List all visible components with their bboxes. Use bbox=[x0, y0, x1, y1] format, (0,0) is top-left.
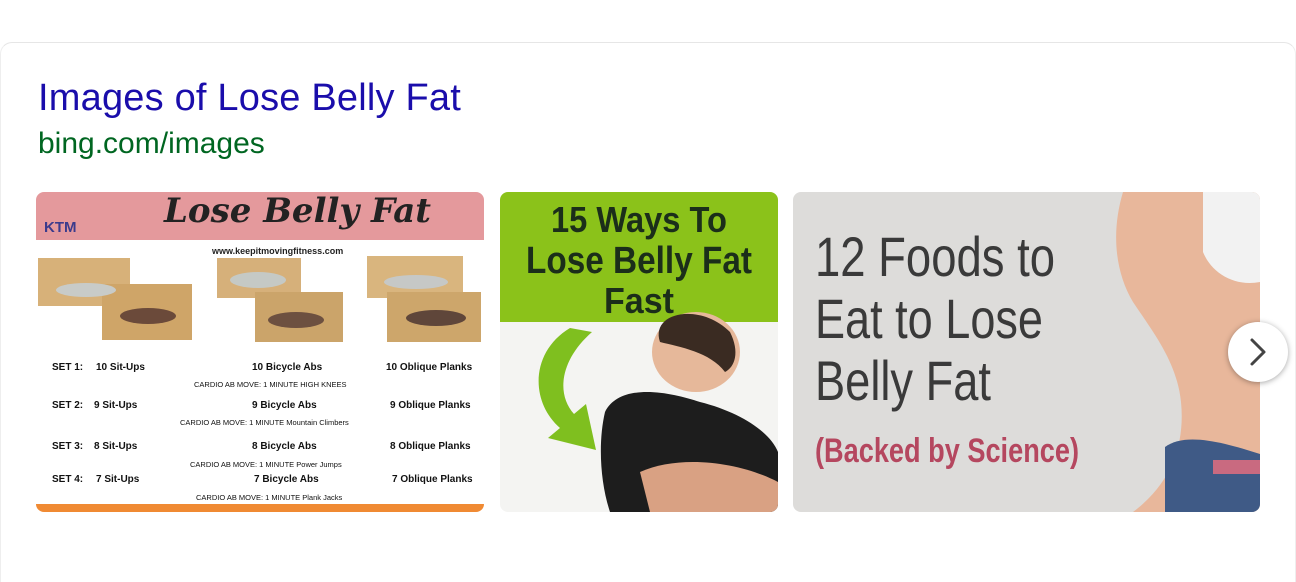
set-2-b: 9 Bicycle Abs bbox=[252, 400, 317, 411]
set-3-label: SET 3: bbox=[52, 441, 83, 452]
line-belly-fat: Belly Fat bbox=[815, 349, 991, 412]
set-4-a: 7 Sit-Ups bbox=[96, 474, 140, 485]
set-3-c: 8 Oblique Planks bbox=[390, 441, 471, 452]
result-source-url: bing.com/images bbox=[38, 127, 265, 160]
set-1-b: 10 Bicycle Abs bbox=[252, 362, 323, 373]
set-1-cardio: CARDIO AB MOVE: 1 MINUTE HIGH KNEES bbox=[194, 380, 347, 389]
line-12-foods: 12 Foods to bbox=[815, 225, 1055, 288]
line-eat-to-lose: Eat to Lose bbox=[815, 287, 1043, 350]
image-carousel: KTM Lose Belly Fat www.keepitmovingfitne… bbox=[36, 192, 1260, 512]
image-thumbnail-15-ways[interactable]: 15 Ways To Lose Belly Fat Fast bbox=[500, 192, 778, 512]
set-4-c: 7 Oblique Planks bbox=[392, 474, 473, 485]
line-fast: Fast bbox=[604, 280, 674, 321]
result-title-link[interactable]: Images of Lose Belly Fat bbox=[38, 76, 461, 120]
set-3-a: 8 Sit-Ups bbox=[94, 441, 138, 452]
image-thumbnail-12-foods[interactable]: 12 Foods to Eat to Lose Belly Fat (Backe… bbox=[793, 192, 1260, 512]
set-1-a: 10 Sit-Ups bbox=[96, 362, 145, 373]
set-3-cardio: CARDIO AB MOVE: 1 MINUTE Power Jumps bbox=[190, 460, 342, 469]
set-1-c: 10 Oblique Planks bbox=[386, 362, 473, 373]
poster-heading: Lose Belly Fat bbox=[163, 192, 431, 231]
set-4-label: SET 4: bbox=[52, 474, 83, 485]
set-2-label: SET 2: bbox=[52, 400, 83, 411]
set-1-label: SET 1: bbox=[52, 362, 83, 373]
line-backed-by-science: (Backed by Science) bbox=[815, 432, 1079, 470]
set-2-cardio: CARDIO AB MOVE: 1 MINUTE Mountain Climbe… bbox=[180, 418, 349, 427]
set-2-c: 9 Oblique Planks bbox=[390, 400, 471, 411]
exercise-photos bbox=[38, 256, 481, 342]
set-4-b: 7 Bicycle Abs bbox=[254, 474, 319, 485]
logo-text: KTM bbox=[44, 219, 77, 236]
set-4-cardio: CARDIO AB MOVE: 1 MINUTE Plank Jacks bbox=[196, 493, 343, 502]
line-lose-belly-fat: Lose Belly Fat bbox=[526, 240, 752, 282]
chevron-right-icon bbox=[1250, 338, 1266, 366]
line-15-ways: 15 Ways To bbox=[551, 199, 727, 240]
set-3-b: 8 Bicycle Abs bbox=[252, 441, 317, 452]
poster-url: www.keepitmovingfitness.com bbox=[211, 246, 343, 256]
carousel-next-button[interactable] bbox=[1228, 322, 1288, 382]
set-2-a: 9 Sit-Ups bbox=[94, 400, 138, 411]
image-thumbnail-lose-belly-fat[interactable]: KTM Lose Belly Fat www.keepitmovingfitne… bbox=[36, 192, 484, 512]
